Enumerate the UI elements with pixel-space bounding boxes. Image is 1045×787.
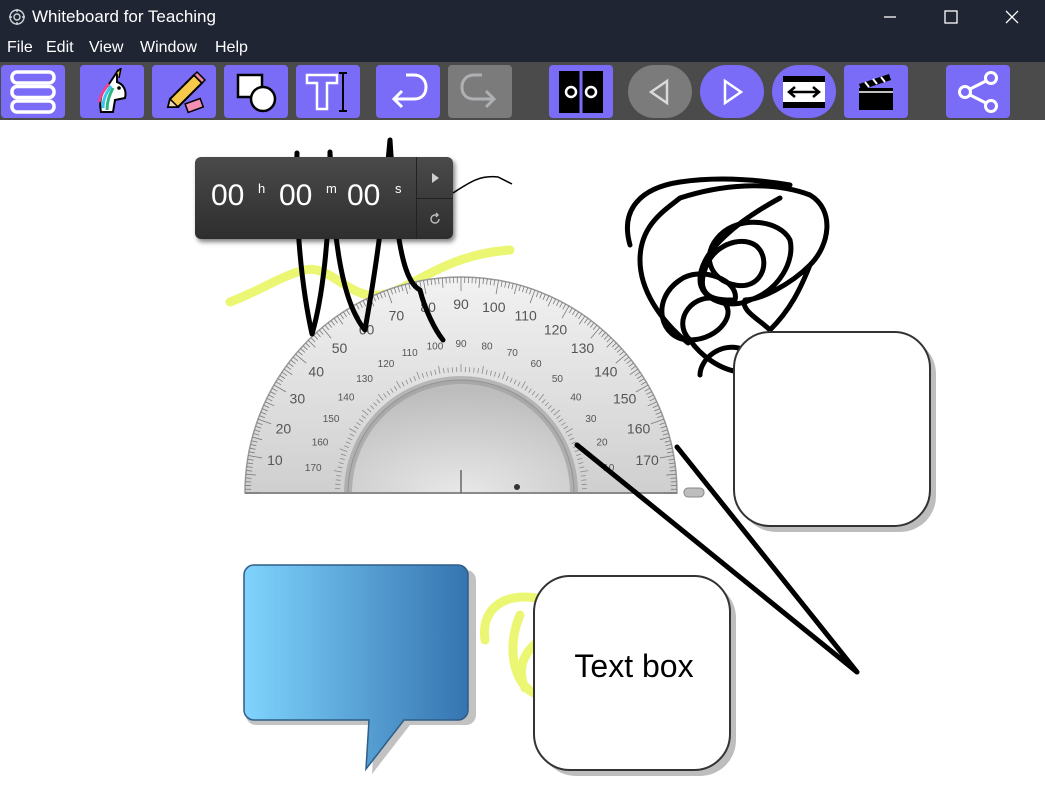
split-view-icon (559, 70, 603, 113)
window-title: Whiteboard for Teaching (32, 7, 216, 26)
redo-button[interactable] (448, 65, 512, 118)
pencil-eraser-icon (166, 70, 207, 113)
previous-page-button[interactable] (628, 65, 692, 118)
menu-help[interactable]: Help (215, 39, 248, 57)
timer-seconds-unit: s (395, 181, 402, 196)
menu-bar: File Edit View Window Help (0, 34, 1045, 62)
unicorn-icon (97, 67, 127, 113)
maximize-icon (944, 10, 958, 24)
undo-icon (391, 73, 428, 108)
play-icon (432, 172, 439, 183)
timer-hours: 00 (211, 179, 245, 212)
clapperboard-button[interactable] (844, 65, 908, 118)
close-icon (1005, 10, 1019, 24)
minimize-icon (884, 16, 896, 18)
shapes-button[interactable] (224, 65, 288, 118)
menu-stack-icon (10, 69, 56, 114)
menu-stack-button[interactable] (1, 65, 65, 118)
maximize-button[interactable] (921, 0, 981, 34)
whiteboard-canvas[interactable] (0, 120, 1045, 787)
pencil-eraser-button[interactable] (152, 65, 216, 118)
timer-seconds: 00 (347, 179, 381, 212)
timer-controls (416, 157, 453, 239)
textbox-text[interactable]: Text box (536, 648, 732, 685)
timer-hours-unit: h (258, 181, 266, 196)
menu-window[interactable]: Window (140, 39, 197, 57)
timer-minutes-unit: m (326, 181, 337, 196)
menu-view[interactable]: View (89, 39, 123, 57)
shapes-icon (236, 73, 277, 112)
next-page-button[interactable] (700, 65, 764, 118)
share-button[interactable] (946, 65, 1010, 118)
menu-edit[interactable]: Edit (46, 39, 74, 57)
toolbar (0, 62, 1045, 120)
timer-minutes: 00 (279, 179, 313, 212)
split-view-button[interactable] (549, 65, 613, 118)
minimize-button[interactable] (860, 0, 920, 34)
title-bar: Whiteboard for Teaching (0, 0, 1045, 34)
previous-icon (648, 78, 669, 105)
next-icon (723, 78, 744, 105)
undo-button[interactable] (376, 65, 440, 118)
unicorn-button[interactable] (80, 65, 144, 118)
close-button[interactable] (982, 0, 1042, 34)
clapperboard-icon (859, 73, 893, 110)
menu-file[interactable]: File (7, 39, 33, 57)
timer-widget[interactable]: 00 h 00 m 00 s (195, 157, 453, 239)
fit-width-button[interactable] (772, 65, 836, 118)
share-icon (958, 70, 998, 113)
text-tool-button[interactable] (296, 65, 360, 118)
redo-icon (460, 73, 497, 108)
fit-width-icon (783, 75, 825, 108)
text-tool-icon (305, 71, 347, 112)
timer-start-button[interactable] (417, 157, 453, 199)
timer-reset-button[interactable] (417, 198, 453, 239)
reset-icon (430, 212, 440, 224)
app-logo-icon (9, 9, 25, 25)
